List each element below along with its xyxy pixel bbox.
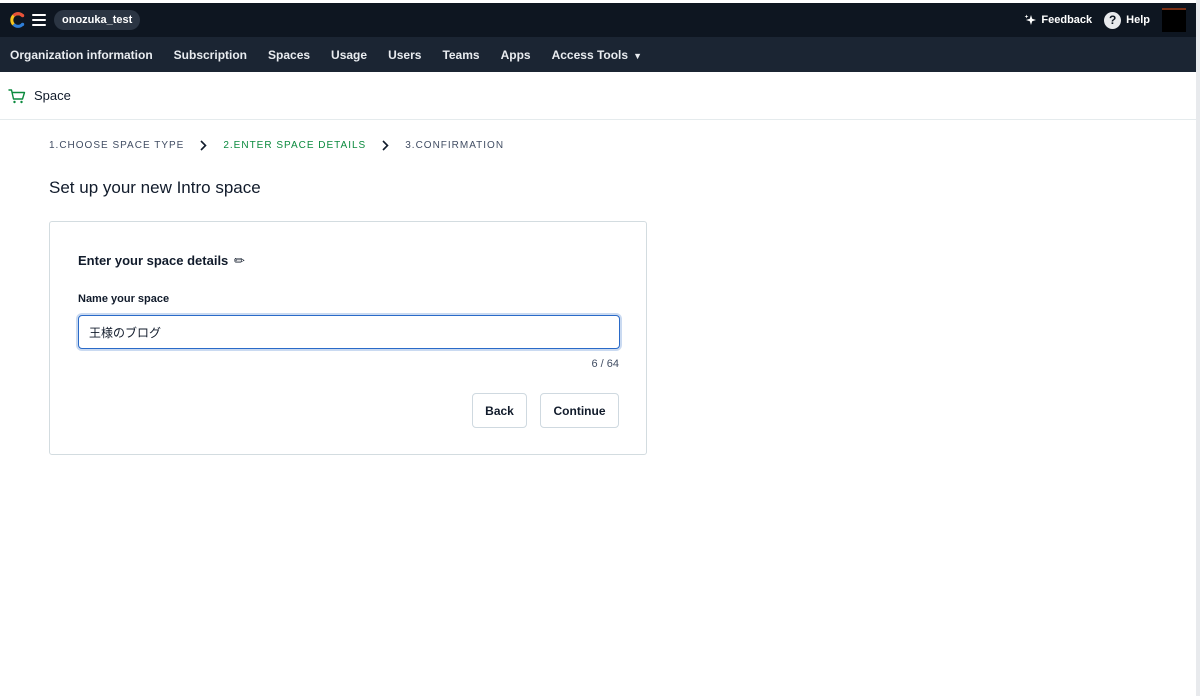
char-count: 6 / 64 xyxy=(591,358,619,370)
feedback-button[interactable]: Feedback xyxy=(1024,14,1092,27)
caret-down-icon: ▼ xyxy=(633,50,642,61)
help-button[interactable]: ? Help xyxy=(1104,11,1150,29)
chevron-right-icon xyxy=(200,140,207,151)
card-title-text: Enter your space details xyxy=(78,253,229,268)
avatar[interactable] xyxy=(1162,8,1186,32)
top-right-actions: Feedback ? Help xyxy=(1024,3,1200,37)
chevron-right-icon xyxy=(382,140,389,151)
question-circle-icon: ? xyxy=(1104,11,1122,29)
top-bar: onozuka_test Feedback ? Help xyxy=(0,3,1200,37)
main-heading: Set up your new Intro space xyxy=(49,178,261,197)
step-choose-space-type: 1.CHOOSE SPACE TYPE xyxy=(49,140,185,151)
step-confirmation: 3.CONFIRMATION xyxy=(405,140,505,151)
cart-icon xyxy=(8,88,26,103)
sparkle-icon xyxy=(1024,14,1037,25)
nav-item-teams[interactable]: Teams xyxy=(442,48,479,62)
pencil-icon: ✏ xyxy=(233,253,245,268)
help-label: Help xyxy=(1126,14,1150,26)
org-switcher[interactable]: onozuka_test xyxy=(54,10,141,30)
stepper: 1.CHOOSE SPACE TYPE 2.ENTER SPACE DETAIL… xyxy=(49,140,504,151)
nav-item-subscription[interactable]: Subscription xyxy=(174,48,247,62)
scrollbar[interactable] xyxy=(1196,0,1200,696)
nav-item-spaces[interactable]: Spaces xyxy=(268,48,310,62)
step-enter-space-details: 2.ENTER SPACE DETAILS xyxy=(223,140,367,151)
continue-button[interactable]: Continue xyxy=(540,393,619,428)
hamburger-menu-icon[interactable] xyxy=(32,14,46,26)
nav-item-users[interactable]: Users xyxy=(388,48,421,62)
org-name: onozuka_test xyxy=(62,14,133,26)
space-name-input[interactable] xyxy=(78,315,620,349)
back-button[interactable]: Back xyxy=(472,393,527,428)
nav-item-apps[interactable]: Apps xyxy=(501,48,531,62)
nav-item-access-tools-label: Access Tools xyxy=(551,47,629,62)
feedback-label: Feedback xyxy=(1041,14,1093,26)
page-header: Space xyxy=(0,72,1200,120)
page-title: Space xyxy=(34,88,71,103)
nav-item-access-tools[interactable]: Access Tools ▼ xyxy=(552,48,642,62)
main-nav: Organization information Subscription Sp… xyxy=(0,37,1200,72)
contentful-logo-icon[interactable] xyxy=(10,12,26,28)
nav-item-usage[interactable]: Usage xyxy=(331,48,367,62)
space-name-label: Name your space xyxy=(78,293,170,305)
nav-item-organization-information[interactable]: Organization information xyxy=(10,48,153,62)
space-details-card: Enter your space details ✏ Name your spa… xyxy=(49,221,647,455)
card-title: Enter your space details ✏ xyxy=(78,253,245,269)
